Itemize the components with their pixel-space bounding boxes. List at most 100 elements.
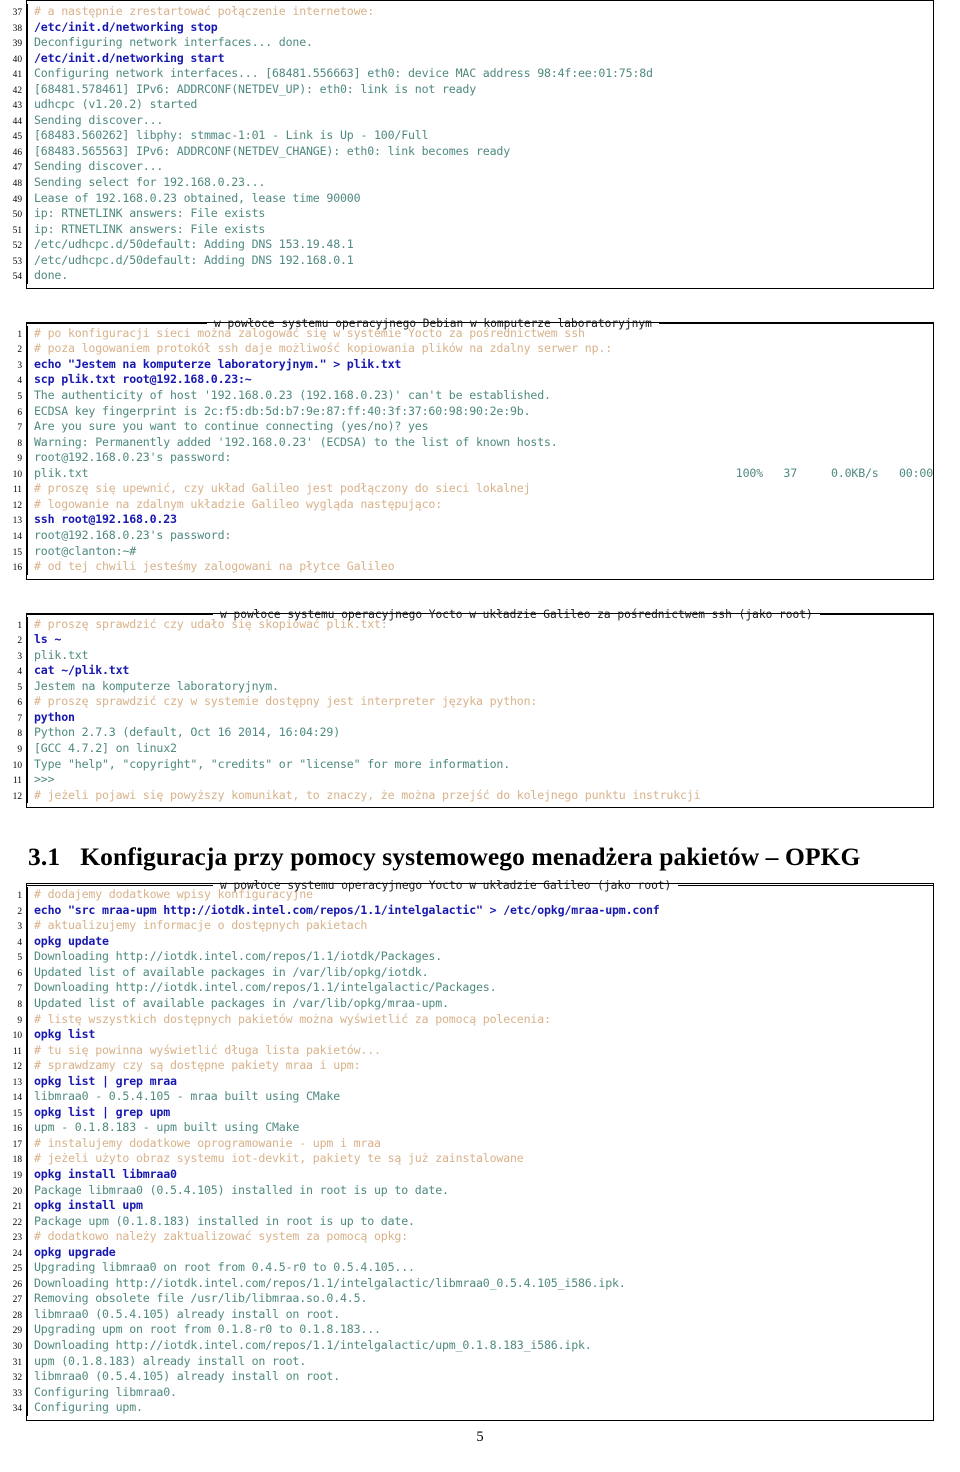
code-gutter-rule: [27, 206, 28, 222]
code-line-number: 51: [12, 225, 22, 236]
code-line-main: cat ~/plik.txt: [34, 663, 130, 678]
code-gutter-rule: [27, 1089, 28, 1105]
code-listing-debian-shell: w powłoce systemu operacyjnego Debian w …: [13, 317, 934, 580]
code-gutter-rule: [27, 995, 28, 1012]
code-line: 29 Upgrading upm on root from 0.1.8-r0 to…: [13, 1322, 933, 1339]
code-line: 52/etc/udhcpc.d/50default: Adding DNS 15…: [13, 237, 933, 253]
code-gutter-rule: [27, 678, 28, 695]
code-line-number: 10: [12, 1031, 22, 1042]
code-line: 37 # a następnie zrestartować połączenie …: [13, 4, 933, 20]
code-lines: 37 # a następnie zrestartować połączenie …: [13, 4, 933, 284]
code-gutter-rule: [27, 1244, 28, 1261]
code-line-number: 18: [12, 1155, 22, 1166]
code-gutter-rule: [27, 1353, 28, 1370]
code-line-main: [68481.578461] IPv6: ADDRCONF(NETDEV_UP)…: [34, 81, 477, 96]
code-listing-frame: w powłoce systemu operacyjnego Yocto w u…: [13, 608, 934, 809]
code-line-number: 43: [12, 101, 22, 112]
code-line-number: 5: [17, 682, 22, 693]
code-line-main: root@clanton:~#: [34, 543, 137, 558]
code-line-number: 9: [17, 744, 22, 755]
code-line-main: Sending discover...: [34, 112, 164, 127]
code-gutter-rule: [27, 1322, 28, 1339]
code-line-text: root@192.168.0.23's password:: [34, 528, 933, 544]
code-gutter-rule: [27, 325, 28, 342]
code-line-text: opkg list | grep upm: [34, 1105, 933, 1121]
code-gutter-rule: [27, 1182, 28, 1199]
code-line-number: 7: [17, 423, 22, 434]
code-line-text: # po konfiguracji sieci można zalogować …: [34, 326, 933, 342]
code-line: 14 root@192.168.0.23's password:: [13, 527, 933, 544]
code-line-number: 6: [17, 407, 22, 418]
code-line-text: [68481.578461] IPv6: ADDRCONF(NETDEV_UP)…: [34, 82, 933, 98]
code-line-text: Sending discover...: [34, 113, 933, 129]
code-line-text: python: [34, 710, 933, 726]
code-line-number: 9: [17, 454, 22, 465]
code-line-number: 3: [17, 360, 22, 371]
code-line-number: 11: [12, 1046, 22, 1057]
code-gutter-rule: [27, 237, 28, 253]
code-line-number: 8: [17, 999, 22, 1010]
code-line: 41 Configuring network interfaces... [684…: [13, 66, 933, 82]
code-line-text: >>>: [34, 772, 933, 788]
code-gutter-rule: [27, 709, 28, 726]
code-line-main: Package upm (0.1.8.183) installed in roo…: [34, 1213, 415, 1228]
code-lines: 1 # po konfiguracji sieci można zalogować…: [13, 325, 933, 575]
code-line-main: opkg list | grep mraa: [34, 1073, 177, 1088]
code-gutter-rule: [27, 356, 28, 373]
code-line-text: Package libmraa0 (0.5.4.105) installed i…: [34, 1183, 933, 1199]
code-line-text: libmraa0 - 0.5.4.105 - mraa built using …: [34, 1089, 933, 1105]
code-line-main: upm (0.1.8.183) already install on root.: [34, 1353, 307, 1368]
code-line-main: Configuring libmraa0.: [34, 1384, 177, 1399]
code-gutter-rule: [27, 902, 28, 919]
code-line-main: # listę wszystkich dostępnych pakietów m…: [34, 1011, 551, 1026]
code-gutter-rule: [27, 496, 28, 513]
code-line-main: # a następnie zrestartować połączenie in…: [34, 4, 375, 18]
caption-rule-left: [27, 884, 213, 886]
code-gutter-rule: [27, 1369, 28, 1385]
code-line-number: 2: [17, 345, 22, 356]
code-line-main: Deconfiguring network interfaces... done…: [34, 35, 313, 50]
code-gutter-rule: [27, 1073, 28, 1090]
code-gutter-rule: [27, 527, 28, 544]
code-line: 30 Downloading http://iotdk.intel.com/rep…: [13, 1338, 933, 1354]
code-line-main: >>>: [34, 772, 55, 787]
code-gutter-rule: [27, 252, 28, 269]
code-line-main: /etc/init.d/networking stop: [34, 19, 218, 34]
code-line-number: 16: [12, 1124, 22, 1135]
code-line-number: 42: [12, 85, 22, 96]
code-line-number: 7: [17, 984, 22, 995]
code-line-main: plik.txt: [34, 647, 89, 662]
code-gutter-rule: [27, 616, 28, 633]
code-line: 9 root@192.168.0.23's password:: [17, 450, 933, 466]
code-line-text: [GCC 4.7.2] on linux2: [34, 741, 933, 757]
code-line-main: [68483.560262] libphy: stmmac-1:01 - Lin…: [34, 128, 429, 143]
code-gutter-rule: [27, 887, 28, 903]
code-line-number: 49: [12, 194, 22, 205]
code-gutter-rule: [27, 35, 28, 51]
code-lines: 1 # dodajemy dodatkowe wpisy konfiguracyj…: [13, 887, 933, 1416]
code-gutter-rule: [27, 1135, 28, 1152]
code-line-main: # po konfiguracji sieci można zalogować …: [34, 325, 585, 340]
code-line: 18 # jeżeli użyto obraz systemu iot-devki…: [13, 1151, 933, 1167]
code-line-text: Are you sure you want to continue connec…: [34, 419, 933, 435]
code-line-number: 12: [12, 791, 22, 802]
caption-rule-left: [27, 323, 207, 325]
code-line-number: 39: [12, 39, 22, 50]
code-line-number: 4: [17, 376, 22, 387]
code-line-text: # od tej chwili jesteśmy zalogowani na p…: [34, 559, 933, 575]
code-gutter-rule: [27, 632, 28, 648]
code-line-text: # jeżeli pojawi się powyższy komunikat, …: [34, 788, 933, 804]
code-listing-frame: w powłoce systemu operacyjnego Yocto w u…: [13, 879, 934, 1421]
code-line: 7 Downloading http://iotdk.intel.com/repo…: [17, 980, 933, 996]
code-line-number: 12: [12, 500, 22, 511]
code-gutter-rule: [27, 190, 28, 207]
code-gutter-rule: [27, 1120, 28, 1136]
page-number: 5: [476, 1429, 484, 1445]
code-line: 10 plik.txt 100% 37 0.0KB/s 00:00: [13, 465, 933, 482]
code-gutter-rule: [27, 918, 28, 934]
code-line: 6 # proszę sprawdzić czy w systemie dostę…: [17, 694, 933, 710]
code-line-text: [68483.565563] IPv6: ADDRCONF(NETDEV_CHA…: [34, 144, 933, 160]
code-gutter-rule: [27, 1104, 28, 1121]
code-line-number: 32: [12, 1373, 22, 1384]
code-line-main: Type "help", "copyright", "credits" or "…: [34, 756, 511, 771]
